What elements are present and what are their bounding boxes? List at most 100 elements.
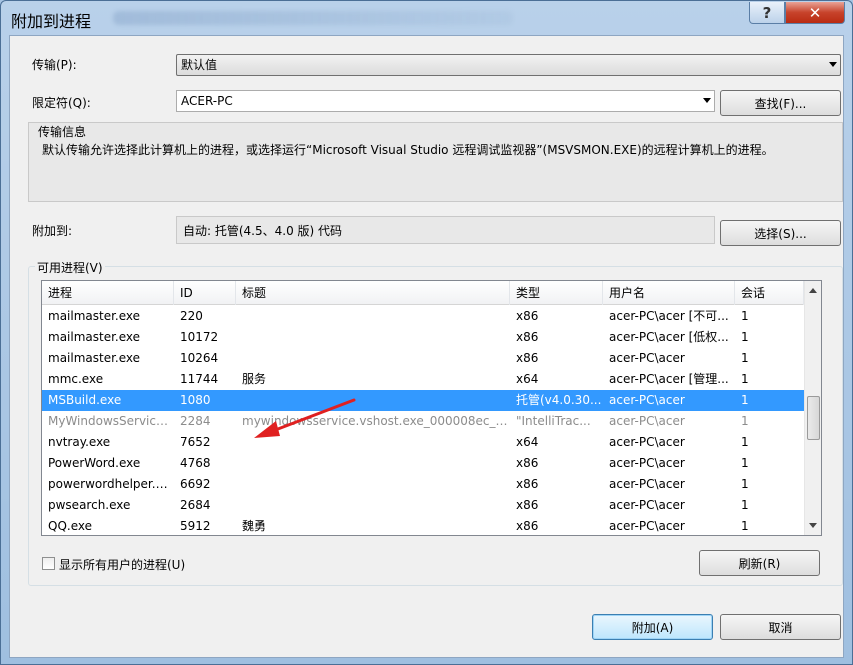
table-row[interactable]: PowerWord.exe 4768 x86 acer-PC\acer 1 <box>42 453 804 474</box>
qualifier-combobox[interactable]: ACER-PC <box>176 90 715 112</box>
cell-process-title <box>236 453 510 474</box>
cell-process-session: 1 <box>741 456 749 470</box>
column-header-id[interactable]: ID <box>174 281 236 305</box>
chevron-down-icon[interactable] <box>703 98 711 103</box>
cell-process-title: 魏勇 <box>242 519 267 533</box>
cell-process-type: x86 <box>516 351 539 365</box>
column-header-username[interactable]: 用户名 <box>603 281 735 305</box>
column-header-title[interactable]: 标题 <box>236 281 510 305</box>
cell-process-name: nvtray.exe <box>48 435 111 449</box>
cell-process-id: 2684 <box>180 498 211 512</box>
table-row[interactable]: MSBuild.exe 1080 托管(v4.0.30... acer-PC\acer… <box>42 390 804 411</box>
attach-to-value: 自动: 托管(4.5、4.0 版) 代码 <box>183 224 343 238</box>
transport-info-title: 传输信息 <box>38 125 87 139</box>
cell-process-session: 1 <box>741 393 749 407</box>
cell-process-type: x86 <box>516 498 539 512</box>
cell-process-name: QQ.exe <box>48 519 92 533</box>
cell-process-name: mailmaster.exe <box>48 351 141 365</box>
title-bar[interactable]: 附加到进程 ? ✕ <box>1 1 852 35</box>
table-row[interactable]: mailmaster.exe 10172 x86 acer-PC\acer [低权..… <box>42 327 804 348</box>
cell-process-title <box>236 474 510 495</box>
column-header-process[interactable]: 进程 <box>42 281 174 305</box>
table-row[interactable]: MyWindowsService.... 2284 mywindowsservice… <box>42 411 804 432</box>
show-all-users-label[interactable]: 显示所有用户的进程(U) <box>59 556 185 573</box>
cell-process-name: pwsearch.exe <box>48 498 131 512</box>
cell-process-type: x64 <box>516 435 539 449</box>
cell-process-username: acer-PC\acer <box>609 477 685 491</box>
available-processes-title: 可用进程(V) <box>35 259 105 276</box>
column-header-type[interactable]: 类型 <box>510 281 603 305</box>
transport-info-text: 默认传输允许选择此计算机上的进程，或选择运行“Microsoft Visual … <box>42 143 774 157</box>
process-list[interactable]: 进程 ID 标题 类型 用户名 会话 mailmaster.exe 220 x86 a… <box>41 280 822 536</box>
table-row[interactable]: mailmaster.exe 220 x86 acer-PC\acer [不可... 1 <box>42 306 804 327</box>
table-row[interactable]: pwsearch.exe 2684 x86 acer-PC\acer 1 <box>42 495 804 516</box>
process-list-scrollbar[interactable] <box>804 281 821 535</box>
transport-info-panel: 传输信息 默认传输允许选择此计算机上的进程，或选择运行“Microsoft Vi… <box>28 122 843 202</box>
cell-process-session: 1 <box>741 435 749 449</box>
table-row[interactable]: mmc.exe 11744 服务 x64 acer-PC\acer [管理... 1 <box>42 369 804 390</box>
attach-button[interactable]: 附加(A) <box>592 614 713 640</box>
cell-process-type: x64 <box>516 372 539 386</box>
column-header-session[interactable]: 会话 <box>735 281 804 305</box>
scroll-down-icon[interactable] <box>809 523 817 528</box>
find-button[interactable]: 查找(F)... <box>720 90 841 116</box>
cell-process-session: 1 <box>741 372 749 386</box>
cell-process-session: 1 <box>741 477 749 491</box>
cell-process-username: acer-PC\acer [低权... <box>609 330 729 344</box>
table-row[interactable]: nvtray.exe 7652 x64 acer-PC\acer 1 <box>42 432 804 453</box>
transport-dropdown[interactable]: 默认值 <box>176 54 841 76</box>
select-code-type-button[interactable]: 选择(S)... <box>720 220 841 246</box>
cell-process-name: mailmaster.exe <box>48 309 141 323</box>
scroll-thumb[interactable] <box>807 396 820 440</box>
cell-process-id: 6692 <box>180 477 211 491</box>
cell-process-username: acer-PC\acer [管理... <box>609 372 729 386</box>
cell-process-session: 1 <box>741 498 749 512</box>
cell-process-type: x86 <box>516 519 539 533</box>
cell-process-title <box>236 327 510 348</box>
process-list-header: 进程 ID 标题 类型 用户名 会话 <box>42 281 804 305</box>
window-title: 附加到进程 <box>11 12 92 31</box>
cell-process-username: acer-PC\acer [不可... <box>609 309 729 323</box>
refresh-button[interactable]: 刷新(R) <box>699 550 820 576</box>
attach-to-field: 自动: 托管(4.5、4.0 版) 代码 <box>176 216 715 244</box>
cell-process-username: acer-PC\acer <box>609 435 685 449</box>
cell-process-session: 1 <box>741 309 749 323</box>
cell-process-name: MSBuild.exe <box>48 393 122 407</box>
cell-process-id: 7652 <box>180 435 211 449</box>
cancel-button[interactable]: 取消 <box>720 614 841 640</box>
cell-process-type: x86 <box>516 456 539 470</box>
table-row[interactable]: powerwordhelper.e... 6692 x86 acer-PC\acer 1 <box>42 474 804 495</box>
cell-process-type: x86 <box>516 330 539 344</box>
help-button[interactable]: ? <box>749 2 785 24</box>
cell-process-name: MyWindowsService.... <box>48 414 174 428</box>
cell-process-username: acer-PC\acer <box>609 519 685 533</box>
cell-process-type: 托管(v4.0.30... <box>516 393 602 407</box>
chevron-down-icon <box>829 62 837 67</box>
cell-process-username: acer-PC\acer <box>609 456 685 470</box>
qualifier-label: 限定符(Q): <box>32 96 91 110</box>
dialog-client-area: 传输(P): 默认值 限定符(Q): ACER-PC 查找(F)... 传输信息… <box>9 35 844 658</box>
cell-process-id: 2284 <box>180 414 211 428</box>
cell-process-username: acer-PC\acer <box>609 498 685 512</box>
cell-process-name: mmc.exe <box>48 372 104 386</box>
scroll-up-icon[interactable] <box>809 288 817 293</box>
cell-process-name: powerwordhelper.e... <box>48 477 174 491</box>
cell-process-title <box>236 432 510 453</box>
transport-label: 传输(P): <box>32 58 77 72</box>
cell-process-title <box>236 306 510 327</box>
show-all-users-checkbox[interactable] <box>42 557 55 570</box>
close-button[interactable]: ✕ <box>785 2 845 24</box>
cell-process-username: acer-PC\acer <box>609 351 685 365</box>
cell-process-session: 1 <box>741 414 749 428</box>
cell-process-id: 1080 <box>180 393 211 407</box>
cell-process-username: acer-PC\acer <box>609 414 685 428</box>
cell-process-id: 5912 <box>180 519 211 533</box>
table-row[interactable]: QQ.exe 5912 魏勇 x86 acer-PC\acer 1 <box>42 516 804 535</box>
cell-process-id: 4768 <box>180 456 211 470</box>
table-row[interactable]: mailmaster.exe 10264 x86 acer-PC\acer 1 <box>42 348 804 369</box>
cell-process-name: PowerWord.exe <box>48 456 141 470</box>
cell-process-id: 10172 <box>180 330 219 344</box>
cell-process-title <box>236 348 510 369</box>
attach-to-label: 附加到: <box>32 224 73 238</box>
attach-to-process-window: 附加到进程 ? ✕ 传输(P): 默认值 限定符(Q): ACER-PC 查找(… <box>0 0 853 665</box>
